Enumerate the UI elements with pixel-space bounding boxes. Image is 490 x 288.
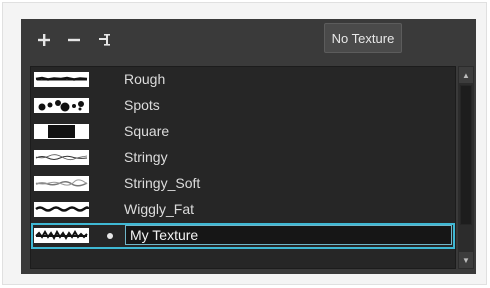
texture-panel-frame: No Texture Rough Spots Square Stringy St… xyxy=(2,2,487,285)
current-texture-indicator xyxy=(107,233,113,239)
texture-preview-rough xyxy=(34,72,89,87)
scroll-up-icon[interactable]: ▲ xyxy=(459,67,473,83)
no-texture-button[interactable]: No Texture xyxy=(324,23,402,53)
rename-texture-button[interactable] xyxy=(95,29,117,51)
texture-row-spots[interactable]: Spots xyxy=(31,93,455,119)
scroll-down-icon[interactable]: ▼ xyxy=(459,252,473,268)
texture-name: Stringy_Soft xyxy=(124,175,201,191)
texture-preview-wiggly-fat xyxy=(34,202,89,217)
texture-preview-spots xyxy=(34,98,89,113)
remove-texture-button[interactable] xyxy=(63,29,85,51)
texture-preview-square xyxy=(34,124,89,139)
texture-name: Square xyxy=(124,123,170,139)
texture-name: My Texture xyxy=(130,227,199,243)
texture-list[interactable]: Rough Spots Square Stringy Stringy_Soft … xyxy=(30,66,456,269)
plus-icon xyxy=(38,34,50,46)
texture-name: Spots xyxy=(124,97,160,113)
texture-preview-my-texture xyxy=(34,228,89,243)
texture-row-my-texture[interactable]: My Texture xyxy=(31,223,455,249)
texture-list-scrollbar[interactable]: ▲ ▼ xyxy=(458,66,474,269)
texture-row-square[interactable]: Square xyxy=(31,119,455,145)
texture-panel: No Texture Rough Spots Square Stringy St… xyxy=(21,19,476,274)
texture-name: Stringy xyxy=(124,149,168,165)
add-texture-button[interactable] xyxy=(33,29,55,51)
texture-name: Rough xyxy=(124,71,166,87)
texture-row-stringy-soft[interactable]: Stringy_Soft xyxy=(31,171,455,197)
scrollbar-thumb[interactable] xyxy=(460,85,472,225)
texture-preview-stringy xyxy=(34,150,89,165)
texture-row-rough[interactable]: Rough xyxy=(31,67,455,93)
texture-name: Wiggly_Fat xyxy=(124,201,195,217)
rename-texture-icon xyxy=(99,34,110,46)
texture-row-stringy[interactable]: Stringy xyxy=(31,145,455,171)
texture-preview-stringy-soft xyxy=(34,176,89,191)
texture-row-wiggly-fat[interactable]: Wiggly_Fat xyxy=(31,197,455,223)
minus-icon xyxy=(68,38,80,42)
